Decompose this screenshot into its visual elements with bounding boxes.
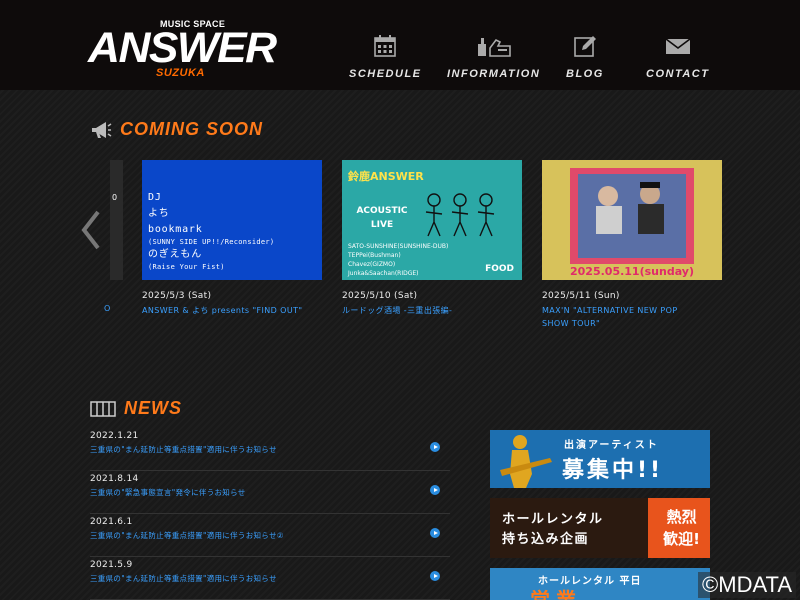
hall-rental-banner[interactable]: ホールレンタル 持ち込み企画 熱烈 歓迎! <box>490 498 710 558</box>
nav-contact[interactable]: CONTACT <box>646 34 709 80</box>
nav-information[interactable]: INFORMATION <box>447 34 540 80</box>
banner-badge-text: 熱烈 歓迎! <box>663 506 700 550</box>
event-title-link[interactable]: MAX'N "ALTERNATIVE NEW POP SHOW TOUR" <box>542 304 722 330</box>
news-item[interactable]: 2021.5.9 三重県の"まん延防止等重点措置"適用に伴うお知らせ <box>90 557 450 600</box>
banner-text: 出演アーティスト <box>564 440 659 451</box>
thumb-text: DJ <box>148 192 162 203</box>
coming-soon-title: COMING SOON <box>120 119 264 139</box>
thumb-line: Chavez(GIZMO) <box>348 261 396 268</box>
carousel-partial-card[interactable]: 0 <box>110 160 123 280</box>
news-date: 2021.8.14 <box>90 474 139 484</box>
site-header: MUSIC SPACE ANSWER SUZUKA SCHEDULE INFOR… <box>0 0 800 90</box>
hall-rental-weekday-banner[interactable]: ホールレンタル 平日 営業… <box>490 568 710 600</box>
news-date: 2022.1.21 <box>90 431 139 441</box>
carousel-prev-arrow-icon[interactable] <box>80 210 102 250</box>
arrow-circle-icon[interactable] <box>430 571 440 581</box>
nav-schedule[interactable]: SCHEDULE <box>349 34 422 80</box>
news-text-link[interactable]: 三重県の"まん延防止等重点措置"適用に伴うお知らせ <box>90 573 277 584</box>
news-columns-icon <box>90 400 116 417</box>
thumb-text: よち <box>148 208 170 219</box>
event-date: 2025/5/11 (Sun) <box>542 291 620 301</box>
event-thumbnail[interactable]: DJ よち bookmark (SUNNY SIDE UP!!/Reconsid… <box>142 160 322 280</box>
event-thumbnail[interactable]: 2025.05.11(sunday) <box>542 160 722 280</box>
news-date: 2021.5.9 <box>90 560 133 570</box>
news-text-link[interactable]: 三重県の"まん延防止等重点措置"適用に伴うお知らせ <box>90 444 277 455</box>
event-card[interactable]: 2025.05.11(sunday) 2025/5/11 (Sun) MAX'N… <box>542 160 722 330</box>
news-text-link[interactable]: 三重県の"まん延防止等重点措置"適用に伴うお知らせ② <box>90 530 284 541</box>
sketch-illustration <box>425 193 495 237</box>
event-title-line: SHOW TOUR" <box>542 319 601 328</box>
band-photo-illustration <box>596 182 664 234</box>
event-card[interactable]: DJ よち bookmark (SUNNY SIDE UP!!/Reconsid… <box>142 160 322 317</box>
event-title-line: MAX'N "ALTERNATIVE NEW POP <box>542 306 678 315</box>
thumb-heading: 鈴鹿ANSWER <box>348 170 424 183</box>
nav-contact-label: CONTACT <box>646 68 710 80</box>
site-logo[interactable]: MUSIC SPACE ANSWER SUZUKA <box>88 18 298 82</box>
event-title-link[interactable]: ルードッグ酒場 -三重出張編- <box>342 304 522 317</box>
news-item[interactable]: 2021.8.14 三重県の"緊急事態宣言"発令に伴うお知らせ <box>90 471 450 514</box>
logo-sub-text: SUZUKA <box>156 67 205 79</box>
event-date: 2025/5/10 (Sat) <box>342 291 418 301</box>
hands-icon <box>477 38 511 57</box>
calendar-icon <box>374 35 397 57</box>
nav-schedule-label: SCHEDULE <box>349 68 422 80</box>
thumb-sub-line: LIVE <box>370 220 394 230</box>
thumb-line: TEPPei(Bushman) <box>348 252 401 259</box>
event-card[interactable]: 鈴鹿ANSWER ACOUSTIC LIVE SATO-SUNSHINE(SUN… <box>342 160 522 317</box>
thumb-subheading: ACOUSTIC LIVE <box>346 204 418 232</box>
news-text-link[interactable]: 三重県の"緊急事態宣言"発令に伴うお知らせ <box>90 487 246 498</box>
badge-line: 熱烈 <box>666 508 697 526</box>
thumb-text: bookmark <box>148 224 203 235</box>
thumb-text: (Raise Your Fist) <box>148 263 225 271</box>
banner-text: 募集中!! <box>562 458 664 483</box>
pencil-icon <box>574 36 596 57</box>
badge-line: 歓迎! <box>663 530 700 548</box>
megaphone-icon <box>92 121 112 138</box>
news-date: 2021.6.1 <box>90 517 133 527</box>
arrow-circle-icon[interactable] <box>430 485 440 495</box>
news-heading: NEWS <box>90 398 182 419</box>
news-item[interactable]: 2021.6.1 三重県の"まん延防止等重点措置"適用に伴うお知らせ② <box>90 514 450 557</box>
thumb-lineup: SATO-SUNSHINE(SUNSHINE-DUB) TEPPei(Bushm… <box>348 242 448 278</box>
banner-text: ホールレンタル <box>502 512 604 527</box>
watermark: ©MDATA <box>698 572 796 598</box>
mail-icon <box>665 38 691 54</box>
partial-card-title[interactable]: O <box>104 304 110 313</box>
event-thumbnail[interactable]: 鈴鹿ANSWER ACOUSTIC LIVE SATO-SUNSHINE(SUN… <box>342 160 522 280</box>
thumb-sub-line: ACOUSTIC <box>356 206 408 216</box>
nav-information-label: INFORMATION <box>447 68 541 80</box>
nav-blog[interactable]: BLOG <box>566 34 604 80</box>
thumb-text: のぎえもん <box>148 249 202 260</box>
partial-thumb-text: 0 <box>112 193 118 202</box>
thumb-line: SATO-SUNSHINE(SUNSHINE-DUB) <box>348 243 449 250</box>
banner-text: 持ち込み企画 <box>502 532 590 547</box>
thumb-photo <box>578 174 686 258</box>
coming-soon-heading: COMING SOON <box>90 119 263 140</box>
banner-text: 営業… <box>530 588 608 600</box>
logo-main-text: ANSWER <box>88 24 277 72</box>
thumb-text: (SUNNY SIDE UP!!/Reconsider) <box>148 238 275 246</box>
news-item[interactable]: 2022.1.21 三重県の"まん延防止等重点措置"適用に伴うお知らせ <box>90 428 450 471</box>
news-title: NEWS <box>124 398 182 418</box>
arrow-circle-icon[interactable] <box>430 528 440 538</box>
thumb-food-label: FOOD <box>485 264 514 274</box>
artist-recruit-banner[interactable]: 出演アーティスト 募集中!! <box>490 430 710 488</box>
thumb-line: Junka&Saachan(RIDGE) <box>348 270 419 277</box>
event-title-link[interactable]: ANSWER & よち presents "FIND OUT" <box>142 304 322 317</box>
arrow-circle-icon[interactable] <box>430 442 440 452</box>
event-date: 2025/5/3 (Sat) <box>142 291 212 301</box>
nav-blog-label: BLOG <box>566 68 604 80</box>
thumb-date-text: 2025.05.11(sunday) <box>570 265 694 278</box>
